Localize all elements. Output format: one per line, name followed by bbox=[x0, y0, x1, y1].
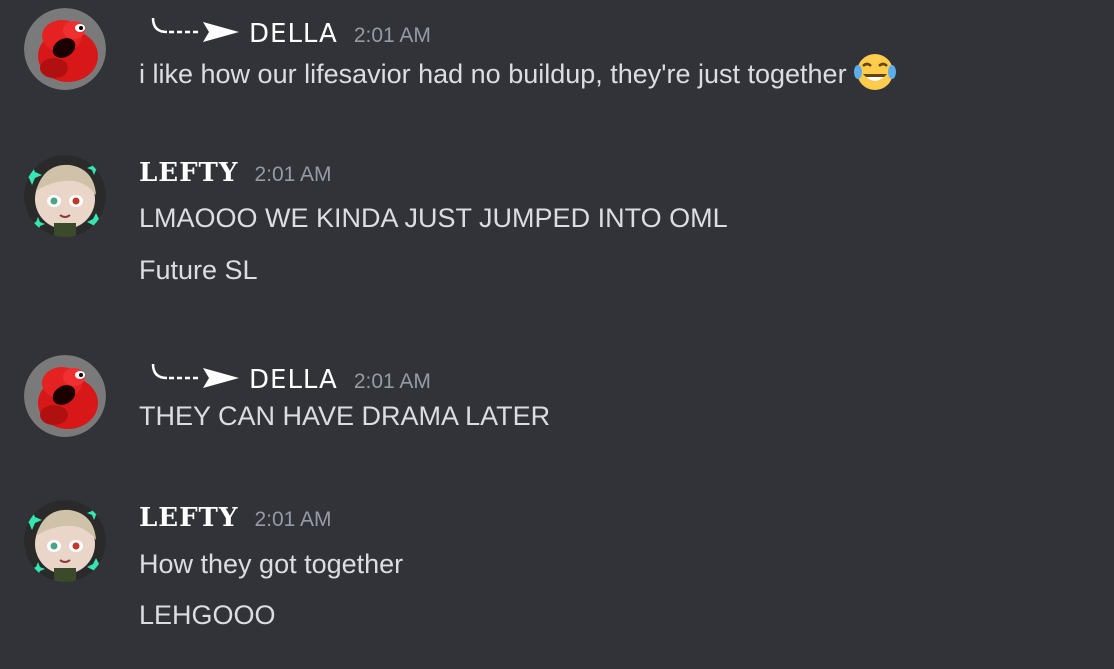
message-line: THEY CAN HAVE DRAMA LATER bbox=[139, 401, 551, 431]
message-line: How they got together bbox=[139, 549, 404, 579]
della-avatar[interactable] bbox=[24, 355, 106, 437]
timestamp[interactable]: 2:01 AM bbox=[254, 508, 331, 532]
arrow-decoration-icon bbox=[151, 363, 239, 388]
message-text: i like how our lifesavior had no buildup… bbox=[139, 59, 847, 90]
lefty-avatar-image bbox=[24, 500, 106, 582]
timestamp[interactable]: 2:01 AM bbox=[254, 163, 331, 187]
lefty-avatar-image bbox=[24, 155, 106, 237]
timestamp[interactable]: 2:01 AM bbox=[354, 24, 431, 48]
lefty-avatar[interactable] bbox=[24, 500, 106, 582]
message-line: Future SL bbox=[139, 255, 258, 285]
username[interactable]: LEFTY bbox=[139, 158, 238, 188]
message-header: LEFTY 2:01 AM bbox=[139, 158, 332, 194]
message-group-della-1: DELLA 2:01 AM i like how our lifesavior … bbox=[0, 0, 1114, 120]
message-header: DELLA 2:01 AM bbox=[139, 12, 431, 49]
message-line: LEHGOOO bbox=[139, 600, 276, 630]
della-avatar-image bbox=[24, 8, 106, 90]
arrow-decoration-icon bbox=[151, 17, 239, 42]
message-header: LEFTY 2:01 AM bbox=[139, 503, 332, 539]
message-line: LMAOOO WE KINDA JUST JUMPED INTO OML bbox=[139, 203, 728, 233]
della-avatar-image bbox=[24, 355, 106, 437]
lefty-avatar[interactable] bbox=[24, 155, 106, 237]
username[interactable]: DELLA bbox=[249, 365, 338, 395]
joy-tears-emoji-icon bbox=[853, 54, 896, 90]
message-header: DELLA 2:01 AM bbox=[139, 358, 431, 395]
username[interactable]: DELLA bbox=[249, 19, 338, 49]
username[interactable]: LEFTY bbox=[139, 503, 238, 533]
message-line: i like how our lifesavior had no buildup… bbox=[139, 54, 897, 98]
della-avatar[interactable] bbox=[24, 8, 106, 90]
timestamp[interactable]: 2:01 AM bbox=[354, 370, 431, 394]
